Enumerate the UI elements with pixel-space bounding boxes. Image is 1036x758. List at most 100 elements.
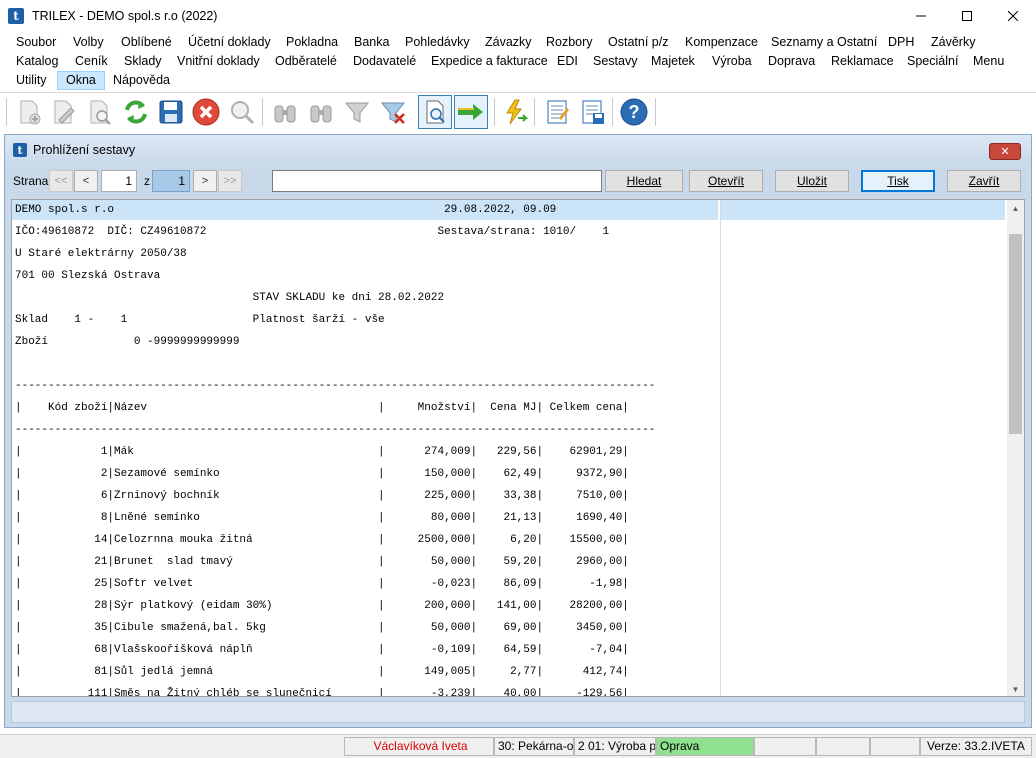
report-nav-bar: Strana << < 1 z 1 > >> Hledat Otevřít Ul… (5, 167, 1031, 195)
filter-button[interactable] (340, 95, 374, 129)
last-page-button[interactable]: >> (218, 170, 242, 192)
lightning-icon (506, 99, 529, 125)
menu-pokladna[interactable]: Pokladna (286, 33, 338, 52)
menu-expedice-fakturace[interactable]: Expedice a fakturace (431, 52, 548, 71)
lightning-button[interactable] (498, 95, 532, 129)
status-mode: Oprava (656, 737, 754, 756)
scroll-up-icon[interactable]: ▲ (1007, 200, 1024, 217)
report-line (12, 354, 718, 374)
find-text-button[interactable]: Hledat (605, 170, 683, 192)
minimize-button[interactable] (898, 0, 944, 31)
open-button[interactable]: Otevřít (689, 170, 763, 192)
menu-specialni[interactable]: Speciální (907, 52, 958, 71)
report-line: DEMO spol.s r.o 29.08.2022, 09.09 (12, 200, 718, 220)
report-line: ----------------------------------------… (15, 380, 656, 392)
menu-volby[interactable]: Volby (73, 33, 104, 52)
menu-zavazky[interactable]: Závazky (485, 33, 532, 52)
report-viewer-close-button[interactable]: ✕ (989, 143, 1021, 160)
refresh-button[interactable] (119, 95, 153, 129)
preview-doc-icon (90, 100, 111, 125)
search-button[interactable] (225, 95, 259, 129)
edit-doc-button[interactable] (46, 95, 80, 129)
print-preview-button[interactable] (418, 95, 452, 129)
menu-dph[interactable]: DPH (888, 33, 914, 52)
prev-page-button[interactable]: < (74, 170, 98, 192)
report-save-button[interactable] (576, 95, 610, 129)
next-page-button[interactable]: > (193, 170, 217, 192)
status-user: Václavíková Iveta (344, 737, 494, 756)
menu-katalog[interactable]: Katalog (16, 52, 58, 71)
menu-odberatele[interactable]: Odběratelé (275, 52, 337, 71)
notes-button[interactable] (540, 95, 574, 129)
report-line: Sklad 1 - 1 Platnost šarží - vše (15, 314, 385, 326)
report-divider (720, 200, 721, 696)
export-button[interactable] (454, 95, 488, 129)
menu-reklamace[interactable]: Reklamace (831, 52, 894, 71)
preview-doc-button[interactable] (82, 95, 116, 129)
menu-bar: Soubor Volby Oblíbené Účetní doklady Pok… (0, 33, 1036, 91)
report-search-input[interactable] (272, 170, 602, 192)
report-line: | 2|Sezamové semínko | 150,000| 62,49| 9… (15, 468, 629, 480)
menu-banka[interactable]: Banka (354, 33, 389, 52)
menu-rozbory[interactable]: Rozbory (546, 33, 593, 52)
search-icon (231, 101, 255, 125)
menu-sestavy[interactable]: Sestavy (593, 52, 637, 71)
save-button[interactable] (154, 95, 188, 129)
menu-doprava[interactable]: Doprava (768, 52, 815, 71)
menu-utility[interactable]: Utility (16, 71, 47, 90)
menu-okna[interactable]: Okna (57, 71, 105, 90)
menu-cenik[interactable]: Ceník (75, 52, 108, 71)
menu-zaverky[interactable]: Závěrky (931, 33, 975, 52)
current-page-input[interactable]: 1 (101, 170, 137, 192)
menu-ucetni-doklady[interactable]: Účetní doklady (188, 33, 271, 52)
report-line: | 25|Softr velvet | -0,023| 86,09| -1,98… (15, 578, 629, 590)
report-line: ----------------------------------------… (15, 424, 656, 436)
report-content[interactable]: DEMO spol.s r.o 29.08.2022, 09.09 IČO:496… (11, 199, 1025, 697)
status-version: Verze: 33.2.IVETA (920, 737, 1032, 756)
page-label: Strana (13, 174, 49, 188)
menu-pohledavky[interactable]: Pohledávky (405, 33, 470, 52)
save-report-button[interactable]: Uložit (775, 170, 849, 192)
menu-vnitrni-doklady[interactable]: Vnitřní doklady (177, 52, 260, 71)
binoculars-next-icon (310, 105, 332, 123)
menu-row-2: Katalog Ceník Sklady Vnitřní doklady Odb… (0, 52, 1036, 71)
menu-majetek[interactable]: Majetek (651, 52, 695, 71)
menu-soubor[interactable]: Soubor (16, 33, 56, 52)
report-scrollbar[interactable]: ▲ ▼ (1007, 200, 1024, 696)
close-icon (1008, 10, 1018, 21)
delete-button[interactable] (189, 95, 223, 129)
app-logo-icon: t (8, 7, 24, 24)
report-line: | 68|Vlašskooříšková náplň | -0,109| 64,… (15, 644, 629, 656)
maximize-button[interactable] (944, 0, 990, 31)
report-line: U Staré elektrárny 2050/38 (15, 248, 187, 260)
export-arrow-icon (458, 104, 483, 120)
menu-edi[interactable]: EDI (557, 52, 578, 71)
scroll-down-icon[interactable]: ▼ (1007, 681, 1024, 696)
menu-napoveda[interactable]: Nápověda (113, 71, 170, 90)
report-line: | 81|Sůl jedlá jemná | 149,005| 2,77| 41… (15, 666, 629, 678)
menu-kompenzace[interactable]: Kompenzace (685, 33, 758, 52)
close-button[interactable] (990, 0, 1036, 31)
app-logo-icon: t (13, 143, 27, 157)
menu-sklady[interactable]: Sklady (124, 52, 162, 71)
report-line: | Kód zboží|Název | Množství| Cena MJ| C… (15, 402, 629, 414)
help-button[interactable]: ? (617, 95, 651, 129)
menu-oblibene[interactable]: Oblíbené (121, 33, 172, 52)
menu-ostatni-pz[interactable]: Ostatní p/z (608, 33, 668, 52)
menu-seznamy-ostatni[interactable]: Seznamy a Ostatní (771, 33, 877, 52)
menu-vyroba[interactable]: Výroba (712, 52, 752, 71)
report-line: IČO:49610872 DIČ: CZ49610872 Sestava/str… (15, 226, 610, 238)
new-doc-button[interactable] (12, 95, 46, 129)
find-next-button[interactable] (304, 95, 338, 129)
clear-filter-button[interactable] (376, 95, 410, 129)
first-page-button[interactable]: << (49, 170, 73, 192)
report-line: | 35|Cibule smažená,bal. 5kg | 50,000| 6… (15, 622, 629, 634)
status-module: 2 01: Výroba pe (574, 737, 656, 756)
close-report-button[interactable]: Zavřít (947, 170, 1021, 192)
menu-dodavatele[interactable]: Dodavatelé (353, 52, 416, 71)
find-button[interactable] (268, 95, 302, 129)
menu-menu[interactable]: Menu (973, 52, 1004, 71)
scroll-thumb[interactable] (1009, 234, 1022, 434)
report-viewer-title: Prohlížení sestavy (33, 143, 136, 157)
print-button[interactable]: Tisk (861, 170, 935, 192)
